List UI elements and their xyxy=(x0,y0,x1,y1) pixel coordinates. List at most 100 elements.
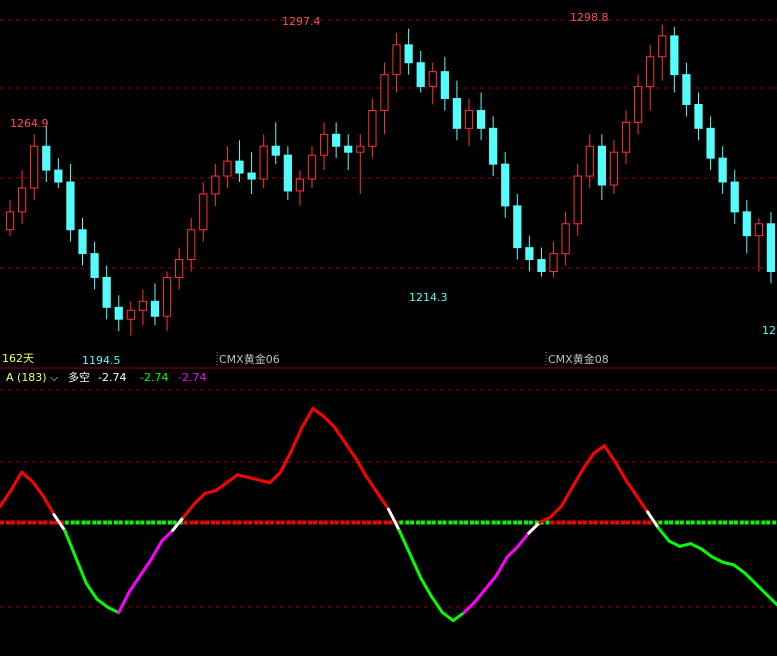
candle-body xyxy=(658,35,667,58)
candle-body xyxy=(5,211,15,231)
bar-count-label: 162天 xyxy=(2,352,34,365)
oscillator-segment xyxy=(667,539,682,548)
oscillator-segment xyxy=(559,486,574,509)
candle-body xyxy=(211,175,220,195)
oscillator-segment xyxy=(743,571,757,585)
candle-body xyxy=(573,175,582,225)
candle-body xyxy=(525,247,534,261)
oscillator-segment xyxy=(9,470,24,493)
candle-body xyxy=(247,172,256,180)
candle-body xyxy=(223,160,232,177)
oscillator-segment xyxy=(494,555,509,577)
readout-1: -2.74 xyxy=(98,371,126,384)
oscillator-segment xyxy=(753,581,768,596)
oscillator-segment xyxy=(732,563,747,575)
oscillator-segment xyxy=(333,425,347,445)
readout-2: -2.74 xyxy=(140,371,168,384)
candle-body xyxy=(344,145,353,153)
oscillator-segment xyxy=(41,494,56,517)
candle-body xyxy=(114,306,123,320)
oscillator-segment xyxy=(106,605,121,615)
oscillator-segment xyxy=(721,560,736,567)
oscillator-segment xyxy=(289,425,304,453)
candle-body xyxy=(501,163,510,207)
candle-body xyxy=(428,71,437,88)
candle-body xyxy=(742,211,751,237)
candle-body xyxy=(271,145,280,156)
mid-low-label: 1214.3 xyxy=(409,291,448,304)
oscillator-segment xyxy=(646,510,660,530)
candle-body xyxy=(307,154,317,180)
chevron-down-icon[interactable]: ⌵ xyxy=(50,371,59,384)
series-name: 多空 xyxy=(68,370,90,384)
candle-body xyxy=(609,151,619,186)
oscillator-segment xyxy=(235,473,250,479)
oscillator-segment xyxy=(397,528,412,556)
oscillator-segment xyxy=(484,574,498,591)
candle-body xyxy=(585,145,594,177)
oscillator-segment xyxy=(656,526,671,543)
candle-body xyxy=(476,109,486,129)
candle-body xyxy=(440,71,449,100)
candle-body xyxy=(138,300,148,311)
oscillator-segment xyxy=(343,441,358,461)
indicator-header[interactable]: A (183) ⌵ 多空 -2.74 -2.74 -2.74 xyxy=(6,370,206,384)
indicator-name[interactable]: A (183) xyxy=(6,371,47,384)
candle-body xyxy=(561,223,570,255)
candle-body xyxy=(30,145,39,189)
oscillator-segment xyxy=(246,475,261,482)
candle-body xyxy=(78,229,87,255)
candle-body xyxy=(283,154,292,192)
oscillator-segment xyxy=(764,592,777,607)
oscillator-segment xyxy=(624,478,639,498)
candle-body xyxy=(356,145,365,153)
right-high-label: 1298.8 xyxy=(570,11,609,24)
candle-body xyxy=(549,253,558,272)
oscillator-segment xyxy=(95,597,110,609)
candle-body xyxy=(66,181,75,231)
oscillator-segment xyxy=(365,475,380,495)
candle-body xyxy=(295,178,305,192)
candle-body xyxy=(452,98,462,129)
oscillator-segment xyxy=(63,528,78,559)
left-high-label: 1264.9 xyxy=(10,117,49,130)
candle-body xyxy=(621,121,631,153)
candle-body xyxy=(404,44,413,64)
oscillator-segment xyxy=(440,611,455,623)
candle-body xyxy=(537,259,546,272)
oscillator-segment xyxy=(128,574,142,593)
oscillator-segment xyxy=(387,507,401,532)
oscillator-segment xyxy=(613,460,628,482)
oscillator-segment xyxy=(451,611,466,623)
candle-body xyxy=(682,74,691,105)
oscillator-segment xyxy=(149,539,164,562)
candle-body xyxy=(597,145,606,186)
oscillator-segment xyxy=(138,558,153,577)
oscillator-segment xyxy=(408,552,423,580)
oscillator-segment xyxy=(192,491,207,506)
oscillator-segment xyxy=(419,576,434,599)
contract-label-2: CMX黄金08 xyxy=(548,352,609,366)
oscillator-segment xyxy=(322,415,337,429)
candle-body xyxy=(42,145,51,171)
contract-label-1: CMX黄金06 xyxy=(219,352,280,366)
oscillator-segment xyxy=(300,407,315,429)
oscillator-segment xyxy=(516,531,531,548)
candle-body xyxy=(464,109,474,129)
left-low-label: 1194.5 xyxy=(82,354,121,367)
candle-body xyxy=(126,309,135,320)
oscillator-segment xyxy=(117,589,131,615)
oscillator-segment xyxy=(74,555,88,585)
candle-body xyxy=(259,145,268,180)
price-chart: 1264.9 1194.5 1297.4 1214.3 1298.8 12 16… xyxy=(0,11,777,623)
candle-body xyxy=(54,169,63,183)
candle-body xyxy=(380,74,389,111)
oscillator-segment xyxy=(473,587,488,604)
candle-body xyxy=(235,160,244,174)
right-edge-label: 12 xyxy=(762,324,776,337)
oscillator-segment xyxy=(376,491,390,511)
oscillator-segment xyxy=(602,444,617,464)
candle-body xyxy=(489,127,498,165)
candle-body xyxy=(646,56,655,88)
candle-body xyxy=(17,187,27,213)
